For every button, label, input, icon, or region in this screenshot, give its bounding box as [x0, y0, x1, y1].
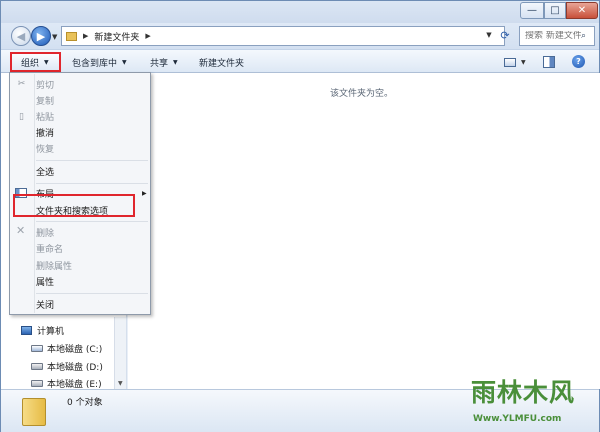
dropdown-arrow-icon: ▼ — [122, 58, 127, 66]
command-bar: 组织 ▼ 包含到库中 ▼ 共享 ▼ 新建文件夹 ▼ ? — [1, 49, 599, 73]
chevron-right-icon[interactable]: ▶ — [145, 32, 150, 40]
new-folder-label: 新建文件夹 — [199, 58, 245, 69]
menu-item-rename[interactable]: 重命名 — [36, 240, 63, 256]
search-input[interactable] — [525, 31, 581, 41]
clipboard-icon: ▯ — [19, 111, 24, 122]
share-label: 共享 — [150, 58, 169, 69]
nav-item-label: 本地磁盘 (D:) — [47, 362, 103, 373]
watermark-logo: 雨林木风 Www.YLMFU.com — [469, 371, 597, 429]
magnifier-icon[interactable]: ⌕ — [581, 31, 586, 41]
change-view-icon[interactable] — [504, 58, 516, 67]
refresh-icon[interactable]: ⟳ — [498, 26, 512, 44]
nav-item-drive-c[interactable]: 本地磁盘 (C:) — [31, 340, 102, 356]
recent-pages-dropdown[interactable]: ▼ — [52, 33, 57, 41]
watermark-brand: 雨林木风 — [471, 378, 576, 407]
nav-item-label: 本地磁盘 (C:) — [47, 344, 103, 355]
drive-icon — [31, 362, 43, 370]
nav-item-computer[interactable]: 计算机 — [21, 322, 64, 338]
include-in-library-button[interactable]: 包含到库中 ▼ — [72, 54, 127, 70]
address-dropdown-button[interactable]: ▼ — [482, 26, 496, 44]
drive-icon — [31, 379, 43, 387]
minimize-button[interactable]: — — [520, 2, 544, 19]
menu-item-select-all[interactable]: 全选 — [36, 163, 54, 179]
share-button[interactable]: 共享 ▼ — [150, 54, 178, 70]
submenu-arrow-icon: ▶ — [142, 190, 147, 197]
computer-icon — [21, 325, 32, 335]
folder-icon — [22, 398, 46, 426]
menu-separator — [36, 160, 148, 161]
organize-button[interactable]: 组织 ▼ — [10, 52, 61, 72]
close-button[interactable]: ✕ — [566, 2, 598, 19]
forward-button[interactable]: ▶ — [31, 26, 51, 46]
navigation-bar: ◀ ▶ ▼ ▶ 新建文件夹 ▶ ▼ ⟳ ⌕ — [1, 23, 599, 49]
scissors-icon: ✂ — [17, 78, 26, 89]
new-folder-button[interactable]: 新建文件夹 — [199, 54, 244, 70]
menu-item-redo[interactable]: 恢复 — [36, 140, 54, 156]
file-list-area[interactable]: 该文件夹为空。 — [128, 73, 600, 389]
menu-item-cut[interactable]: 剪切 — [36, 76, 54, 92]
preview-pane-icon[interactable] — [543, 56, 555, 68]
empty-folder-message: 该文件夹为空。 — [330, 89, 394, 99]
scroll-down-arrow-icon[interactable]: ▼ — [118, 380, 123, 387]
breadcrumb-item[interactable]: 新建文件夹 — [94, 30, 139, 43]
system-drive-icon — [31, 344, 43, 352]
folder-icon — [66, 31, 77, 41]
nav-item-drive-d[interactable]: 本地磁盘 (D:) — [31, 358, 103, 374]
back-button[interactable]: ◀ — [11, 26, 31, 46]
navpane-scrollbar[interactable]: ▼ — [114, 317, 126, 389]
item-count: 0 个对象 — [67, 398, 103, 408]
include-label: 包含到库中 — [72, 58, 118, 69]
organize-label: 组织 — [21, 58, 40, 69]
dropdown-arrow-icon: ▼ — [44, 58, 49, 66]
menu-separator — [36, 221, 148, 222]
menu-item-properties[interactable]: 属性 — [36, 273, 54, 289]
chevron-right-icon[interactable]: ▶ — [83, 32, 88, 40]
delete-x-icon: ✕ — [16, 224, 26, 237]
watermark-url: Www.YLMFU.com — [473, 414, 562, 424]
menu-item-copy[interactable]: 复制 — [36, 92, 54, 108]
annotation-highlight-box — [13, 194, 135, 217]
search-box[interactable]: ⌕ — [519, 26, 595, 46]
menu-separator — [36, 183, 148, 184]
maximize-button[interactable]: □ — [544, 2, 566, 19]
menu-item-undo[interactable]: 撤消 — [36, 124, 54, 140]
view-dropdown-arrow-icon[interactable]: ▼ — [521, 54, 526, 70]
dropdown-arrow-icon: ▼ — [173, 58, 178, 66]
menu-item-delete[interactable]: 删除 — [36, 224, 54, 240]
nav-item-label: 计算机 — [37, 326, 65, 337]
menu-separator — [36, 293, 148, 294]
title-bar: — □ ✕ — [1, 1, 599, 23]
menu-item-close[interactable]: 关闭 — [36, 296, 54, 312]
nav-item-label: 本地磁盘 (E:) — [47, 379, 102, 390]
menu-item-remove-properties[interactable]: 删除属性 — [36, 257, 72, 273]
menu-item-paste[interactable]: 粘贴 — [36, 108, 54, 124]
help-icon[interactable]: ? — [572, 55, 585, 68]
explorer-window: — □ ✕ ◀ ▶ ▼ ▶ 新建文件夹 ▶ ▼ ⟳ ⌕ 组织 ▼ 包含到库中 ▼… — [0, 0, 600, 432]
address-bar[interactable]: ▶ 新建文件夹 ▶ — [61, 26, 505, 46]
